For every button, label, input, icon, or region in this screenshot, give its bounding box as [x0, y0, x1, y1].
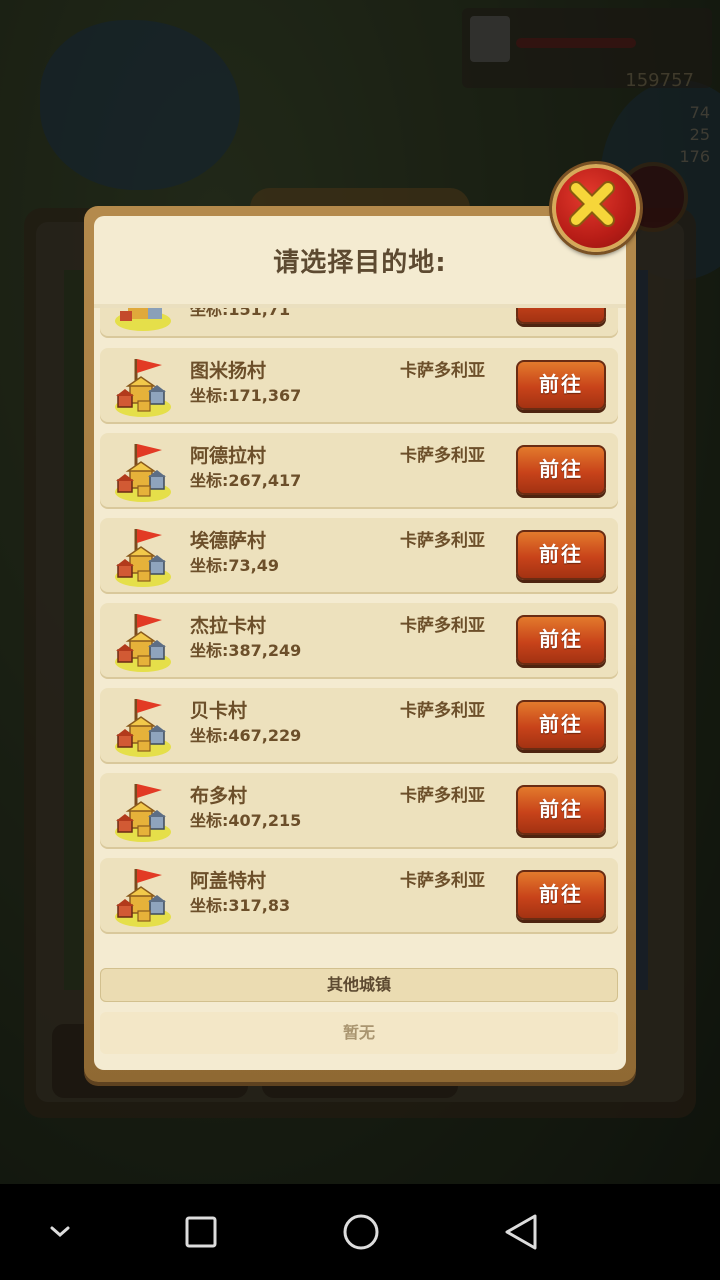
go-button[interactable]: 前往: [516, 700, 606, 750]
village-flag-icon: [115, 614, 171, 672]
village-flag-icon: [115, 529, 171, 587]
chevron-down-icon[interactable]: [30, 1204, 90, 1260]
kingdom-label: 卡萨多利亚: [400, 446, 485, 466]
village-name: 图米扬村: [190, 360, 267, 382]
kingdom-label: 卡萨多利亚: [400, 701, 485, 721]
list-item[interactable]: 阿德拉村坐标:267,417 卡萨多利亚 前往: [100, 433, 618, 509]
home-circle-icon[interactable]: [331, 1204, 391, 1260]
go-button[interactable]: 前往: [516, 530, 606, 580]
list-item[interactable]: 杰拉卡村坐标:387,249 卡萨多利亚 前往: [100, 603, 618, 679]
list-item[interactable]: 阿盖特村坐标:317,83 卡萨多利亚 前往: [100, 858, 618, 934]
village-flag-icon: [115, 444, 171, 502]
coordinate-label: 坐标:151,71: [190, 308, 291, 319]
empty-message: 暂无: [100, 1012, 618, 1054]
list-item[interactable]: 坐标:151,71: [100, 308, 618, 338]
kingdom-label: 卡萨多利亚: [400, 786, 485, 806]
kingdom-label: 卡萨多利亚: [400, 531, 485, 551]
other-towns-header: 其他城镇: [100, 968, 618, 1002]
list-item[interactable]: 图米扬村坐标:171,367 卡萨多利亚 前往: [100, 348, 618, 424]
list-item[interactable]: 贝卡村坐标:467,229 卡萨多利亚 前往: [100, 688, 618, 764]
village-name: 布多村: [190, 785, 248, 807]
go-button[interactable]: 前往: [516, 615, 606, 665]
system-nav-bar: [0, 1184, 720, 1280]
village-name: 埃德萨村: [190, 530, 267, 552]
village-name: 阿德拉村: [190, 445, 267, 467]
go-button[interactable]: [516, 308, 606, 324]
village-name: 贝卡村: [190, 700, 248, 722]
village-flag-icon: [115, 308, 171, 331]
title-separator: [94, 304, 626, 308]
kingdom-label: 卡萨多利亚: [400, 871, 485, 891]
recent-square-icon[interactable]: [171, 1204, 231, 1260]
close-button[interactable]: [552, 164, 640, 252]
coordinate-label: 坐标:317,83: [190, 896, 291, 915]
destination-list[interactable]: 坐标:151,71 图米扬村 坐标:171,367 卡萨多利亚 前往 阿德拉村 坐标:26…: [100, 308, 622, 948]
dialog-title: 请选择目的地:: [273, 248, 447, 278]
kingdom-label: 卡萨多利亚: [400, 616, 485, 636]
coordinate-label: 坐标:407,215: [190, 811, 302, 830]
coordinate-label: 坐标:171,367: [190, 386, 302, 405]
coordinate-label: 坐标:467,229: [190, 726, 302, 745]
go-button[interactable]: 前往: [516, 870, 606, 920]
village-name: 阿盖特村: [190, 870, 267, 892]
coordinate-label: 坐标:387,249: [190, 641, 302, 660]
go-button[interactable]: 前往: [516, 785, 606, 835]
village-flag-icon: [115, 869, 171, 927]
close-icon: [569, 181, 615, 227]
village-flag-icon: [115, 359, 171, 417]
kingdom-label: 卡萨多利亚: [400, 361, 485, 381]
dialog-panel: 请选择目的地: 坐标:151,71 图米扬村 坐标:171,367 卡萨多利亚 前往阿…: [94, 216, 626, 1070]
village-flag-icon: [115, 699, 171, 757]
village-name: 杰拉卡村: [190, 615, 267, 637]
back-triangle-icon[interactable]: [491, 1204, 551, 1260]
destination-dialog: 请选择目的地: 坐标:151,71 图米扬村 坐标:171,367 卡萨多利亚 前往阿…: [84, 206, 636, 1082]
go-button[interactable]: 前往: [516, 445, 606, 495]
village-flag-icon: [115, 784, 171, 842]
list-item[interactable]: 布多村坐标:407,215 卡萨多利亚 前往: [100, 773, 618, 849]
coordinate-label: 坐标:73,49: [190, 556, 280, 575]
coordinate-label: 坐标:267,417: [190, 471, 302, 490]
go-button[interactable]: 前往: [516, 360, 606, 410]
list-item[interactable]: 埃德萨村坐标:73,49 卡萨多利亚 前往: [100, 518, 618, 594]
